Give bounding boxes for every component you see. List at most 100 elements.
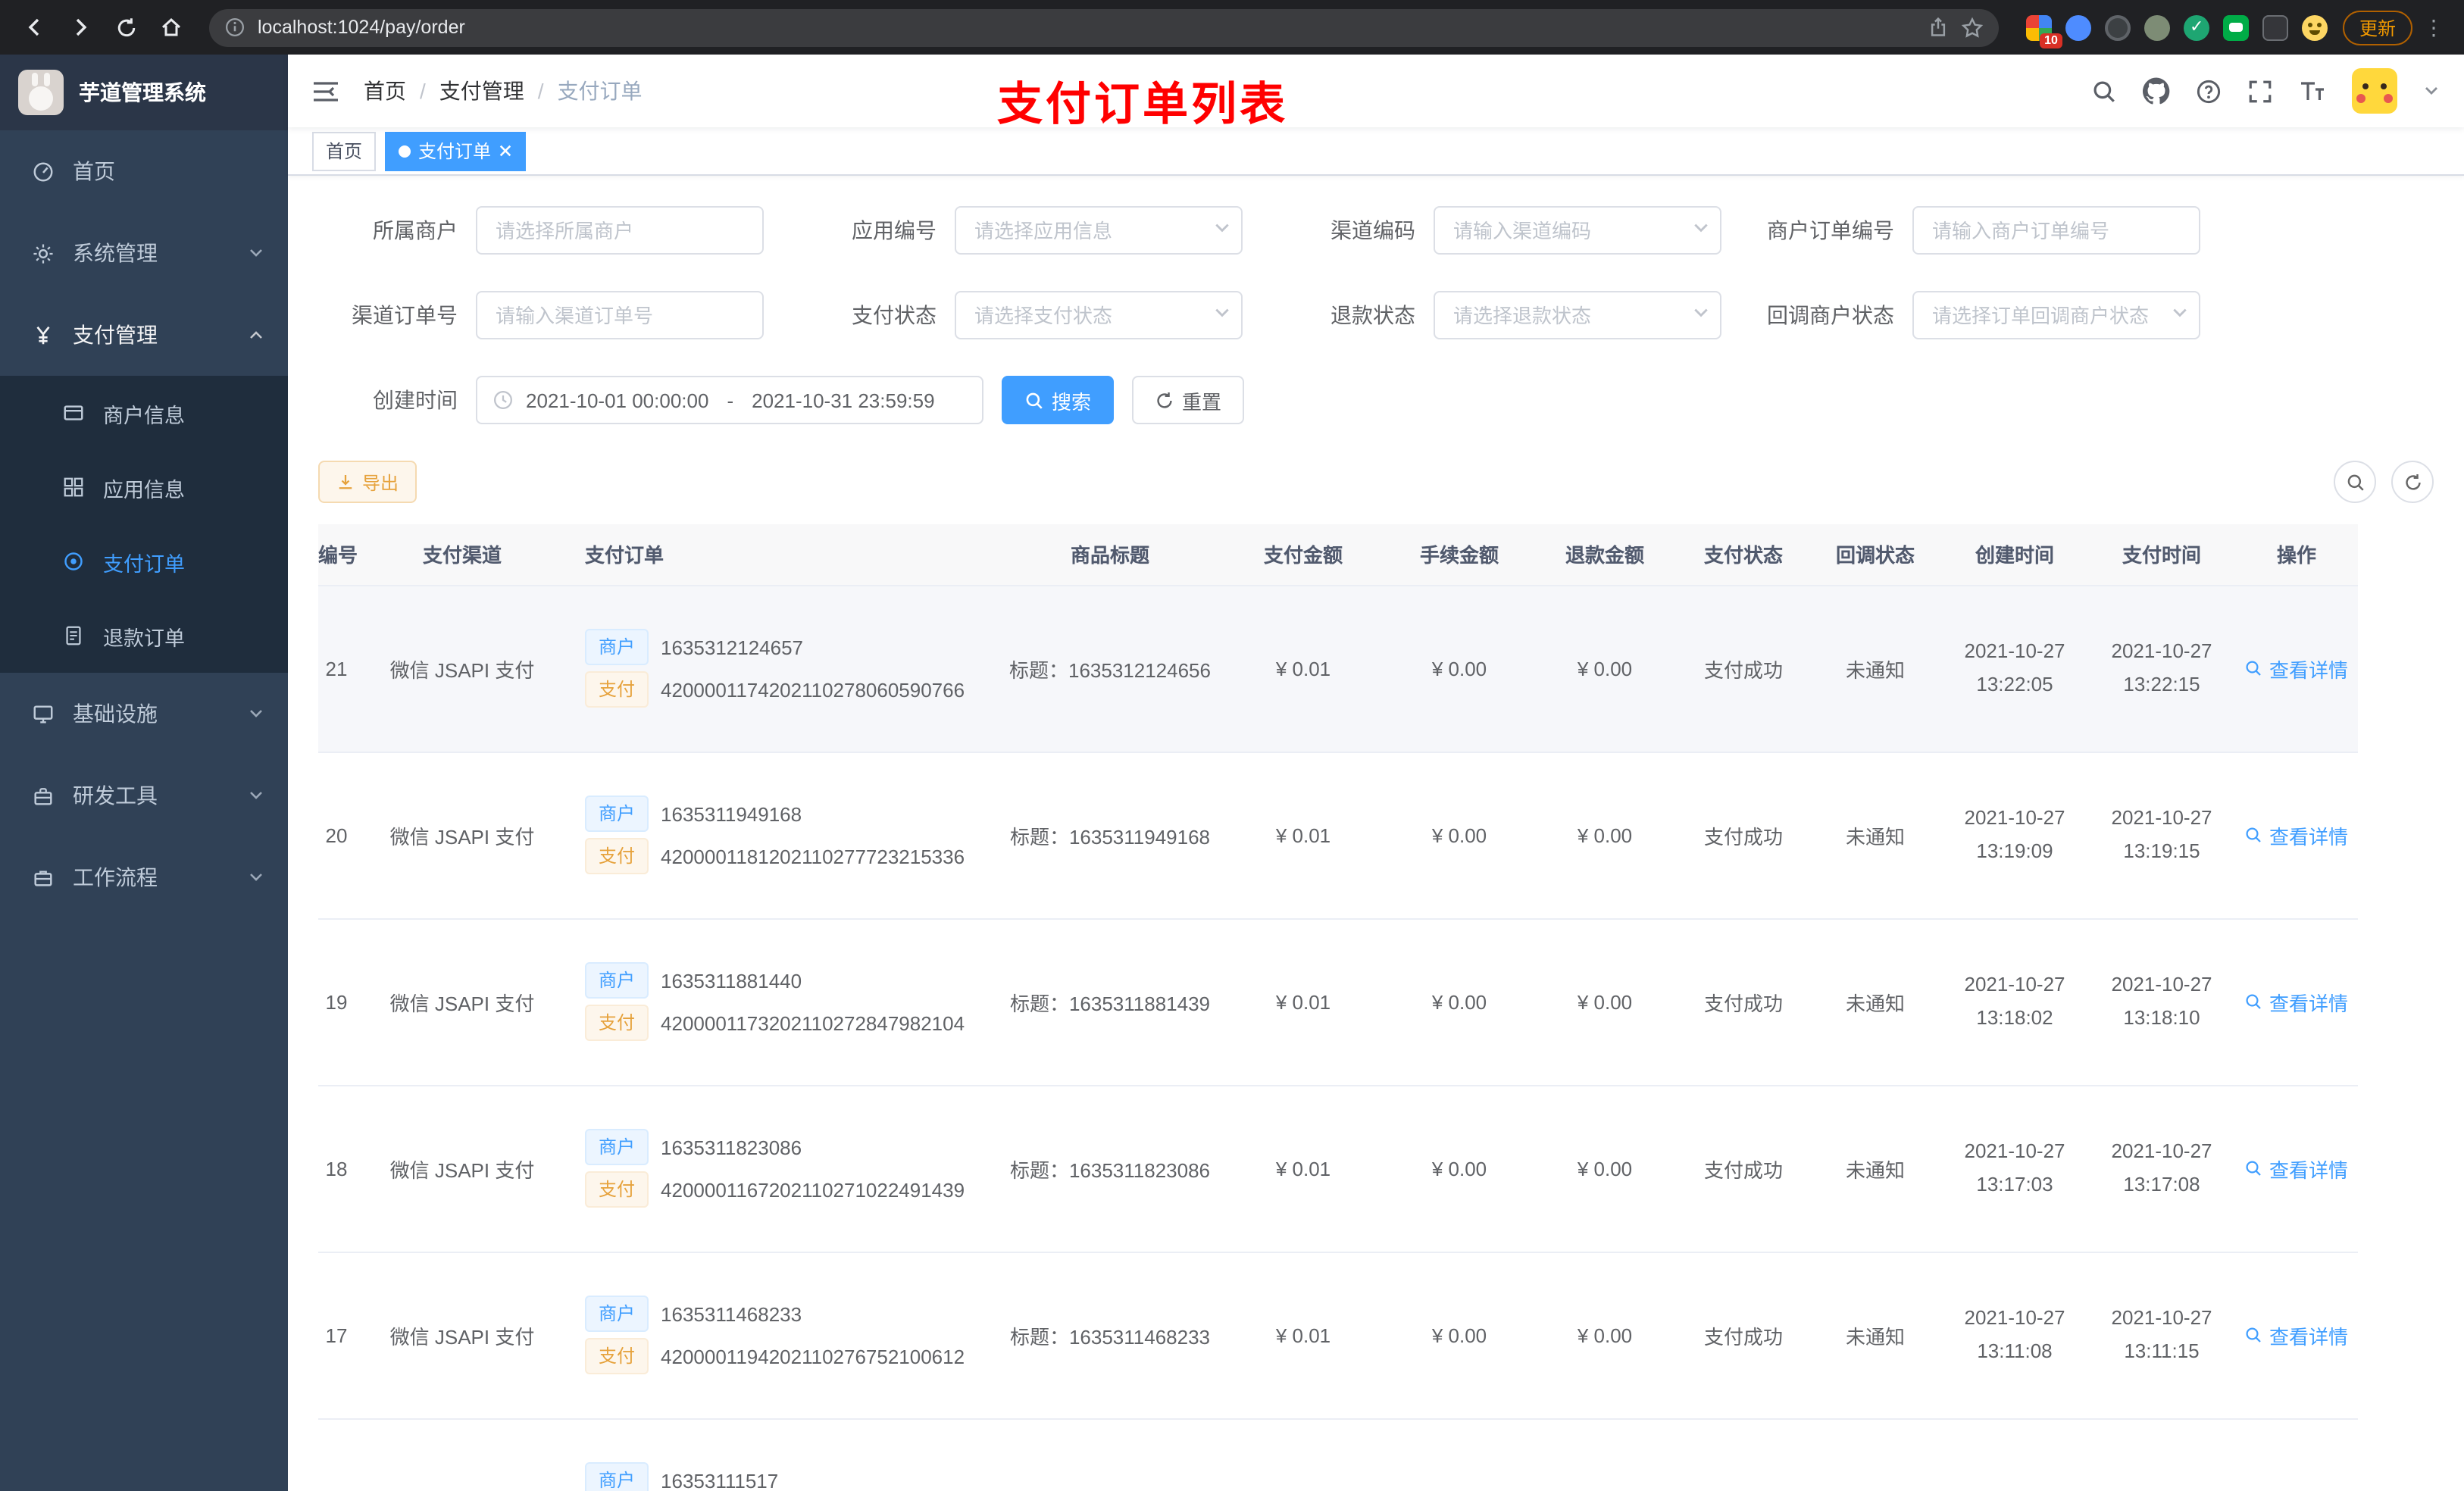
view-detail-link[interactable]: 查看详情 <box>2245 821 2348 849</box>
reload-icon[interactable] <box>106 8 145 47</box>
merchant-order-no: 1635312124657 <box>661 636 804 658</box>
cell-status: 支付成功 <box>1678 752 1809 919</box>
cell-channel: 微信 JSAPI 支付 <box>364 1085 561 1252</box>
fullscreen-icon[interactable] <box>2247 78 2273 104</box>
site-info-icon[interactable] <box>224 17 245 38</box>
sidebar-item-payment[interactable]: 支付管理 <box>0 294 288 376</box>
close-tab-icon[interactable] <box>499 144 512 158</box>
extension-chat-icon[interactable] <box>2222 14 2249 40</box>
breadcrumb-home[interactable]: 首页 <box>364 76 406 106</box>
app-no-select[interactable] <box>955 206 1243 255</box>
view-detail-link[interactable]: 查看详情 <box>2245 1154 2348 1183</box>
pay-tag: 支付 <box>585 1005 649 1041</box>
view-detail-link[interactable]: 查看详情 <box>2245 654 2348 683</box>
payment-submenu: 商户信息 应用信息 支付订单 退款订单 <box>0 376 288 673</box>
cell-action: 查看详情 <box>2235 918 2358 1086</box>
sidebar-item-refund-order[interactable]: 退款订单 <box>0 599 288 673</box>
pay-status-select[interactable] <box>955 291 1243 339</box>
back-icon[interactable] <box>15 8 55 47</box>
table-row: 21 微信 JSAPI 支付 商户 1635312124657 支付 42000… <box>318 585 2358 752</box>
sidebar-item-app-info[interactable]: 应用信息 <box>0 450 288 524</box>
cell-id: 21 <box>318 585 364 752</box>
app-title: 芋道管理系统 <box>79 80 206 105</box>
avatar-caret-icon[interactable] <box>2423 85 2440 97</box>
pay-tag: 支付 <box>585 838 649 874</box>
forward-icon[interactable] <box>61 8 100 47</box>
extension-dark-icon[interactable] <box>2262 14 2288 40</box>
merchant-select[interactable] <box>476 206 764 255</box>
cell-refund: ¥ 0.00 <box>1532 1252 1678 1419</box>
cell-title: 标题：1635312124656 <box>1000 585 1220 752</box>
breadcrumb-pay-order: 支付订单 <box>557 79 643 103</box>
extension-grid-icon[interactable]: 10 <box>2025 14 2062 48</box>
font-size-icon[interactable] <box>2299 79 2326 103</box>
sidebar-item-merchant-info[interactable]: 商户信息 <box>0 376 288 450</box>
tab-pay-order[interactable]: 支付订单 <box>385 131 527 170</box>
search-icon[interactable] <box>2091 78 2117 104</box>
help-icon[interactable] <box>2196 78 2222 104</box>
cell-create-time: 2021-10-27 13:11:08 <box>1941 1252 2088 1419</box>
cell-id: 18 <box>318 1085 364 1252</box>
cell-pay-time: 2021-10-27 13:17:08 <box>2088 1085 2235 1252</box>
extension-green-check-icon[interactable] <box>2183 14 2209 40</box>
cell-action <box>2235 1418 2358 1491</box>
cell-amount: ¥ 0.01 <box>1220 918 1387 1086</box>
sidebar-item-home[interactable]: 首页 <box>0 130 288 212</box>
cell-title: 标题：1635311881439 <box>1000 918 1220 1086</box>
chevron-down-icon <box>249 871 264 883</box>
app-logo[interactable]: 芋道管理系统 <box>0 55 288 130</box>
cell-create-time: 2021-10-27 13:18:02 <box>1941 918 2088 1086</box>
view-detail-link[interactable]: 查看详情 <box>2245 1321 2348 1349</box>
extension-dark-globe-icon[interactable] <box>2104 14 2131 40</box>
table-row: 19 微信 JSAPI 支付 商户 1635311881440 支付 42000… <box>318 918 2358 1086</box>
view-detail-link[interactable]: 查看详情 <box>2245 987 2348 1016</box>
column-header: 手续金额 <box>1387 524 1532 586</box>
extension-olive-icon[interactable] <box>2143 14 2170 40</box>
briefcase-icon <box>30 866 55 889</box>
notify-status-select[interactable] <box>1912 291 2200 339</box>
cell-fee: ¥ 0.00 <box>1387 918 1532 1086</box>
address-bar[interactable]: localhost:1024/pay/order <box>209 8 1999 46</box>
extension-blue-icon[interactable] <box>2065 14 2091 40</box>
bookmark-star-icon[interactable] <box>1961 16 1984 39</box>
chrome-update-button[interactable]: 更新 <box>2342 10 2412 45</box>
sidebar-item-system[interactable]: 系统管理 <box>0 212 288 294</box>
home-icon[interactable] <box>152 8 191 47</box>
tab-home[interactable]: 首页 <box>312 131 377 170</box>
cell-order: 商户 1635311823086 支付 42000011672021102710… <box>561 1085 1000 1252</box>
search-button[interactable]: 搜索 <box>1002 376 1115 424</box>
channel-order-no-input[interactable] <box>476 291 764 339</box>
chrome-menu-icon[interactable]: ⋮ <box>2419 14 2449 40</box>
sidebar-item-devtools[interactable]: 研发工具 <box>0 755 288 836</box>
cell-refund: ¥ 0.00 <box>1532 752 1678 919</box>
sidebar-item-pay-order[interactable]: 支付订单 <box>0 524 288 599</box>
column-header: 退款金额 <box>1532 524 1678 586</box>
toggle-search-button[interactable] <box>2334 461 2376 503</box>
hamburger-icon[interactable] <box>312 80 339 102</box>
cell-notify-status <box>1809 1418 1941 1491</box>
extension-emoji-icon[interactable] <box>2301 14 2328 40</box>
github-icon[interactable] <box>2143 77 2170 105</box>
share-icon[interactable] <box>1928 17 1949 38</box>
user-avatar[interactable] <box>2352 68 2397 114</box>
cell-id: 20 <box>318 752 364 919</box>
filter-label: 支付状态 <box>852 303 937 327</box>
extension-badge: 10 <box>2040 33 2062 48</box>
breadcrumb-pay-manage[interactable]: 支付管理 <box>439 76 524 106</box>
cell-amount: ¥ 0.01 <box>1220 585 1387 752</box>
sidebar-item-workflow[interactable]: 工作流程 <box>0 836 288 918</box>
channel-code-select[interactable] <box>1434 206 1721 255</box>
export-button[interactable]: 导出 <box>318 461 417 503</box>
create-time-range-picker[interactable]: 2021-10-01 00:00:00 - 2021-10-31 23:59:5… <box>476 376 983 424</box>
refresh-table-button[interactable] <box>2391 461 2434 503</box>
table-row: 18 微信 JSAPI 支付 商户 1635311823086 支付 42000… <box>318 1085 2358 1252</box>
merchant-order-no-input[interactable] <box>1912 206 2200 255</box>
cell-status <box>1678 1418 1809 1491</box>
cell-refund <box>1532 1418 1678 1491</box>
refund-status-select[interactable] <box>1434 291 1721 339</box>
reset-button[interactable]: 重置 <box>1132 376 1245 424</box>
cell-amount: ¥ 0.01 <box>1220 1252 1387 1419</box>
cell-order: 商户 1635312124657 支付 42000011742021102780… <box>561 585 1000 752</box>
sidebar-item-infra[interactable]: 基础设施 <box>0 673 288 755</box>
dot-circle-icon <box>61 550 85 573</box>
